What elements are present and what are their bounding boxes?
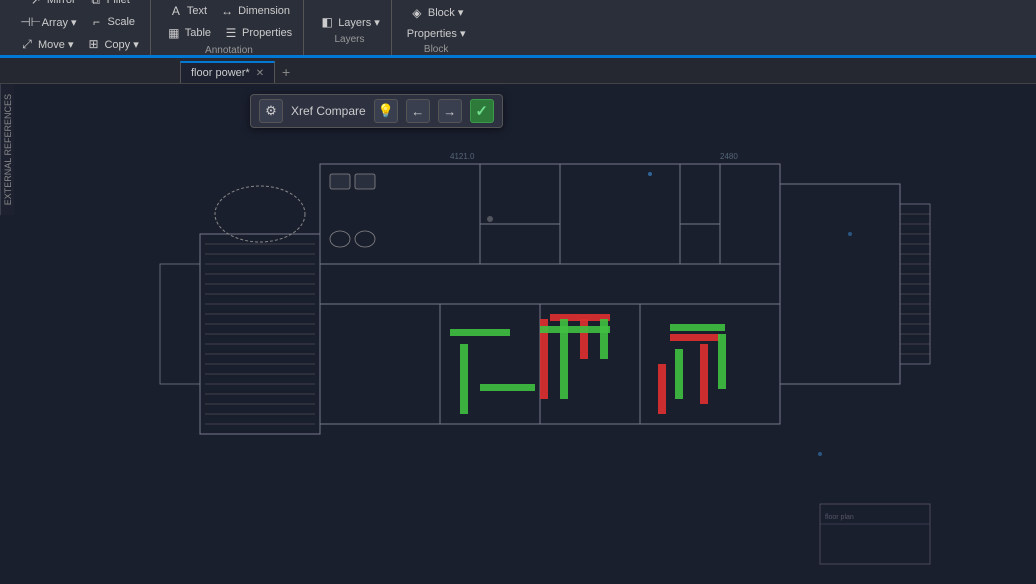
properties-icon: ☰ bbox=[223, 25, 239, 41]
annotation-group: A Text ↔ Dimension ▦ Table ☰ Properties … bbox=[155, 0, 304, 57]
floor-plan-drawing: 4121.0 2480 floor plan bbox=[0, 84, 1036, 584]
text-button[interactable]: A Text bbox=[163, 1, 212, 21]
array-icon: ⊞ bbox=[85, 36, 101, 52]
array-button[interactable]: ⊞ Copy ▾ bbox=[80, 34, 143, 54]
layers-icon: ◧ bbox=[319, 14, 335, 30]
xref-check-icon: ✓ bbox=[475, 102, 488, 120]
xref-prev-button[interactable]: ← bbox=[406, 99, 430, 123]
tab-floor-power[interactable]: floor power* ✕ bbox=[180, 61, 275, 83]
scale-icon: ⤢ bbox=[19, 36, 35, 52]
dot-3 bbox=[848, 232, 852, 236]
tab-bar: floor power* ✕ + bbox=[0, 58, 1036, 84]
copy-icon: ⧉ bbox=[88, 0, 104, 8]
dot-4 bbox=[818, 452, 822, 456]
properties-button[interactable]: ☰ Properties bbox=[218, 23, 297, 43]
main-toolbar: ↗ Mirror ⧉ Fillet ⊣⊢ Array ▾ ⌐ Scale ⤢ M… bbox=[0, 0, 1036, 58]
xref-bulb-icon: 💡 bbox=[378, 103, 394, 119]
xref-gear-icon: ⚙ bbox=[265, 103, 277, 119]
external-references-label: EXTERNAL REFERENCES bbox=[0, 84, 14, 215]
canvas-area: ⚙ Xref Compare 💡 ← → ✓ bbox=[0, 84, 1036, 584]
copy-button[interactable]: ⧉ Fillet bbox=[83, 0, 135, 10]
xref-bulb-button[interactable]: 💡 bbox=[374, 99, 398, 123]
dimension-button[interactable]: ↔ Dimension bbox=[214, 1, 295, 21]
tab-add-button[interactable]: + bbox=[275, 61, 297, 83]
table-button[interactable]: ▦ Table bbox=[161, 23, 216, 43]
mirror-button[interactable]: ⊣⊢ Array ▾ bbox=[18, 12, 82, 32]
tab-close-floor-power[interactable]: ✕ bbox=[256, 68, 264, 79]
text-icon: A bbox=[168, 3, 184, 19]
title-text: floor plan bbox=[825, 514, 854, 521]
scale-button[interactable]: ⤢ Move ▾ bbox=[14, 34, 78, 54]
block-properties-button[interactable]: Properties ▾ bbox=[402, 25, 471, 42]
layers-group: ◧ Layers ▾ Layers bbox=[308, 0, 392, 57]
table-icon: ▦ bbox=[166, 25, 182, 41]
block-button[interactable]: ◈ Block ▾ bbox=[404, 3, 468, 23]
dim-label-2: 2480 bbox=[720, 152, 738, 161]
xref-confirm-button[interactable]: ✓ bbox=[470, 99, 494, 123]
block-icon: ◈ bbox=[409, 5, 425, 21]
modify-group: ↗ Mirror ⧉ Fillet ⊣⊢ Array ▾ ⌐ Scale ⤢ M… bbox=[8, 0, 151, 57]
move-button[interactable]: ↗ Mirror bbox=[23, 0, 81, 10]
xref-arrow-left-icon: ← bbox=[411, 104, 424, 119]
layers-label: Layers bbox=[334, 34, 364, 45]
fillet-icon: ⌐ bbox=[89, 14, 105, 30]
xref-compare-label: Xref Compare bbox=[291, 104, 366, 118]
block-label: Block bbox=[424, 44, 448, 55]
move-icon: ↗ bbox=[28, 0, 44, 8]
dot-1 bbox=[487, 216, 493, 222]
xref-arrow-right-icon: → bbox=[443, 104, 456, 119]
mirror-icon: ⊣⊢ bbox=[23, 14, 39, 30]
layers-button[interactable]: ◧ Layers ▾ bbox=[314, 12, 385, 32]
dot-2 bbox=[648, 172, 652, 176]
block-group: ◈ Block ▾ Properties ▾ Block bbox=[396, 0, 477, 57]
xref-next-button[interactable]: → bbox=[438, 99, 462, 123]
dimension-icon: ↔ bbox=[219, 3, 235, 19]
xref-compare-toolbar: ⚙ Xref Compare 💡 ← → ✓ bbox=[250, 94, 503, 128]
xref-gear-button[interactable]: ⚙ bbox=[259, 99, 283, 123]
fillet-button[interactable]: ⌐ Scale bbox=[84, 12, 141, 32]
dim-label-1: 4121.0 bbox=[450, 152, 475, 161]
tab-label-floor-power: floor power* bbox=[191, 67, 250, 79]
